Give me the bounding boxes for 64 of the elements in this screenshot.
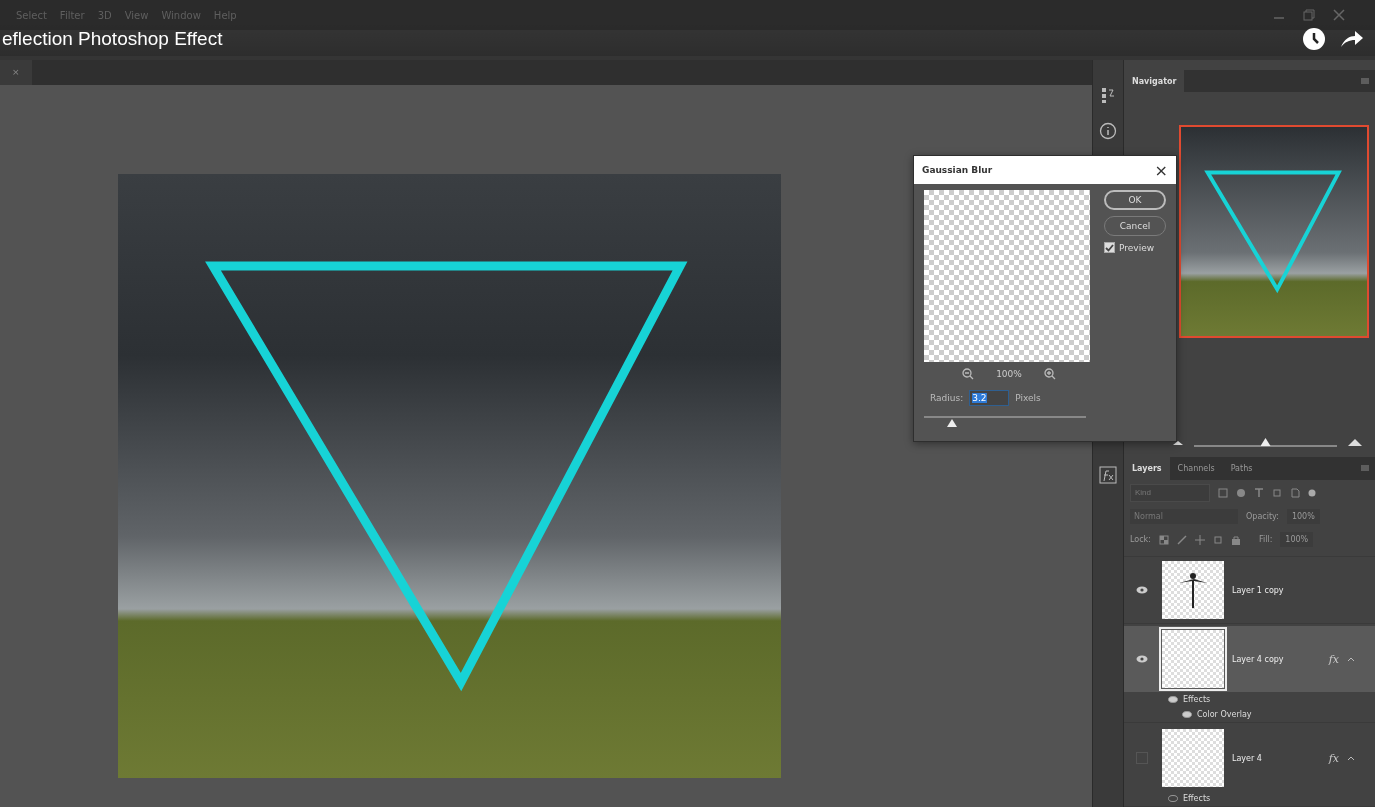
info-icon[interactable] [1099,122,1117,140]
layer-name: Layer 4 [1232,753,1263,763]
lock-pixels-icon[interactable] [1158,534,1169,545]
figure-silhouette-icon [1178,570,1208,610]
brush-icon[interactable] [1176,534,1187,545]
lock-icon[interactable] [1230,534,1241,545]
fill-label: Fill: [1258,535,1273,545]
radius-field[interactable]: 3.2 [969,390,1010,406]
radius-label: Radius: [930,393,964,403]
eye-icon[interactable] [1182,711,1192,718]
opacity-field[interactable]: 100% [1286,508,1320,524]
adjustment-filter-icon[interactable] [1236,487,1246,498]
type-filter-icon[interactable] [1254,487,1264,498]
video-title: eflection Photoshop Effect [2,28,223,50]
zoom-out-icon[interactable] [962,368,975,380]
dialog-button[interactable]: Cancel [1104,216,1166,236]
layer-name: Layer 1 copy [1232,585,1285,595]
close-icon[interactable] [1333,9,1345,21]
menu-icon[interactable] [1361,465,1369,472]
slider-thumb[interactable] [946,419,957,427]
zoom-in-icon[interactable] [1043,368,1056,380]
layer-row[interactable]: Layer 4 copy fx Effects Color Overlay [1124,626,1375,723]
eye-icon[interactable] [1168,795,1178,802]
eye-icon[interactable] [1136,586,1148,594]
image-filter-icon[interactable] [1218,487,1228,498]
history-icon[interactable] [1100,86,1116,104]
layer-thumbnail [1162,729,1224,787]
effect-label: Effects [1183,794,1211,803]
eye-icon[interactable] [1168,696,1178,703]
clock-icon[interactable] [1301,26,1327,52]
document-tab[interactable]: × [0,60,32,85]
layer-name: Layer 4 copy [1232,654,1285,664]
opacity-label: Opacity: [1246,511,1279,521]
move-icon[interactable] [1194,534,1205,545]
smart-object-filter-icon[interactable] [1290,487,1300,498]
caret-icon[interactable] [1347,656,1355,662]
caret-icon[interactable] [1347,755,1355,761]
panel-tab[interactable]: Navigator [1124,70,1185,93]
restore-icon[interactable] [1303,9,1315,21]
lock-label: Lock: [1130,535,1151,545]
fill-field[interactable]: 100% [1280,532,1314,548]
unit-label: Pixels [1015,393,1041,403]
zoom-level: 100% [996,369,1022,379]
layer-thumbnail [1162,630,1224,688]
panel-tab[interactable]: Paths [1222,457,1261,480]
dialog-title: Gaussian Blur [922,165,993,175]
effect-label: Color Overlay [1197,710,1252,719]
panel-tab[interactable]: Layers [1124,457,1170,480]
panel-tab[interactable]: Channels [1169,457,1223,480]
fx-label: fx [1328,751,1339,765]
blend-mode-dropdown[interactable]: Normal [1130,508,1238,524]
effect-label: Effects [1183,695,1211,704]
fx-icon[interactable] [1099,466,1117,484]
checkbox-label: Preview [1119,242,1155,253]
shape-filter-icon[interactable] [1272,487,1282,498]
fx-label: fx [1328,652,1339,666]
filter-toggle-icon[interactable] [1308,488,1316,497]
zoom-in-icon[interactable] [1347,436,1363,447]
checkbox[interactable] [1104,242,1115,253]
eye-icon[interactable] [1136,655,1148,663]
dialog-button[interactable]: OK [1104,190,1166,210]
menu-icon[interactable] [1361,78,1369,85]
close-button[interactable]: × [1154,160,1168,180]
artboard-icon[interactable] [1212,534,1223,545]
